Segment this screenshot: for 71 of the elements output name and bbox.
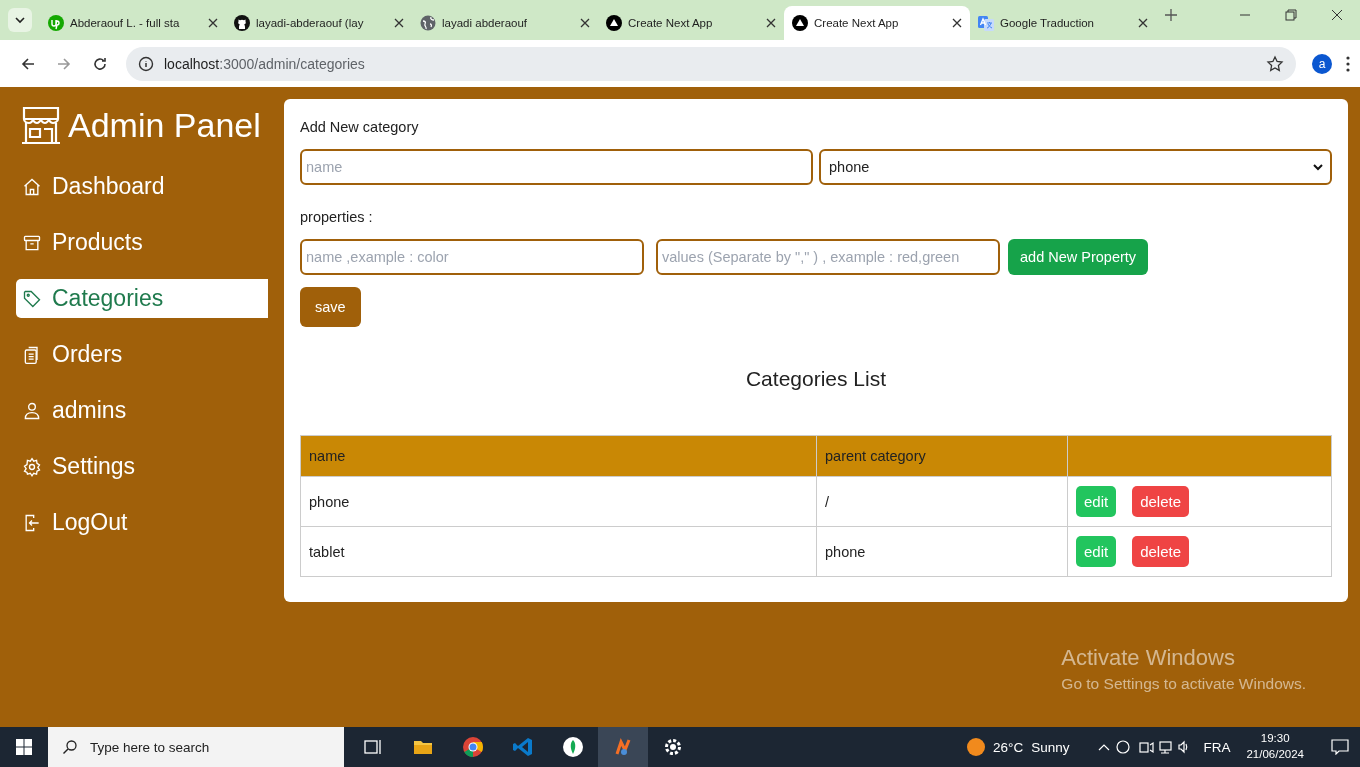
search-icon	[62, 739, 78, 755]
close-icon[interactable]	[766, 18, 776, 28]
nav-item[interactable]: Orders	[16, 335, 268, 374]
translate-icon	[978, 15, 994, 31]
tab-search-button[interactable]	[8, 8, 32, 32]
new-tab-icon[interactable]	[1164, 8, 1178, 22]
form-heading: Add New category	[300, 119, 420, 135]
browser-tab[interactable]: layadi abderaouf	[412, 6, 598, 40]
properties-label: properties :	[300, 209, 374, 225]
parent-select[interactable]: phone	[819, 149, 1332, 185]
user-icon	[22, 400, 42, 421]
profile-avatar[interactable]: a	[1312, 53, 1332, 74]
menu-icon[interactable]	[1346, 55, 1350, 72]
store-icon	[20, 105, 62, 145]
browser-tab[interactable]: Create Next App	[598, 6, 784, 40]
caret-icon	[1312, 161, 1324, 173]
input-language[interactable]: FRA	[1203, 739, 1231, 755]
property-name-input[interactable]: name ,example : color	[300, 239, 644, 275]
forward-icon[interactable]	[56, 55, 72, 72]
nav-item[interactable]: Categories	[16, 279, 268, 318]
name-input[interactable]: name	[300, 149, 813, 185]
nav-item[interactable]: Settings	[16, 447, 268, 486]
close-icon[interactable]	[580, 18, 590, 28]
table-cell: /	[816, 476, 1068, 527]
reload-icon[interactable]	[92, 55, 108, 72]
back-icon[interactable]	[20, 55, 36, 72]
browser-tab[interactable]: Abderaouf L. - full sta	[40, 6, 226, 40]
activation-title: Activate Windows	[1061, 645, 1236, 671]
add-property-button[interactable]: add New Property	[1008, 239, 1149, 275]
close-icon[interactable]	[952, 18, 962, 28]
notification-icon[interactable]	[1331, 739, 1349, 755]
weather-icon[interactable]	[967, 738, 985, 756]
nav-item[interactable]: admins	[16, 391, 268, 430]
globe-icon	[420, 15, 436, 31]
home-icon	[22, 176, 42, 197]
list-title: Categories List	[744, 367, 888, 391]
delete-button[interactable]: delete	[1132, 486, 1190, 517]
browser-tab[interactable]: layadi-abderaouf (lay	[226, 6, 412, 40]
nav-item[interactable]: Dashboard	[16, 167, 268, 206]
close-icon[interactable]	[1138, 18, 1148, 28]
tag-icon	[22, 288, 42, 309]
close-icon[interactable]	[208, 18, 218, 28]
weather-text: Sunny	[1031, 739, 1070, 755]
windows-start-icon[interactable]	[16, 739, 32, 755]
table-cell: tablet	[300, 526, 817, 577]
delete-button[interactable]: delete	[1132, 536, 1190, 567]
save-button[interactable]: save	[300, 287, 361, 327]
column-header: parent category	[816, 435, 1068, 477]
nav-item[interactable]: LogOut	[16, 503, 268, 542]
browser-tab[interactable]: Google Traduction	[970, 6, 1156, 40]
close-icon[interactable]	[394, 18, 404, 28]
taskbar-search[interactable]: Type here to search	[48, 727, 344, 767]
github-icon	[234, 15, 250, 31]
browser-tab[interactable]: Create Next App	[784, 6, 970, 40]
table-cell: phone	[300, 476, 817, 527]
nav-item[interactable]: Products	[16, 223, 268, 262]
tray-icons-drawing[interactable]	[1097, 739, 1190, 755]
address-bar[interactable]: localhost:3000/admin/categories	[126, 46, 1296, 81]
taskbar-clock[interactable]: 19:30 21/06/2024	[1246, 731, 1304, 763]
app-title: Admin Panel	[68, 105, 261, 145]
caret-icon	[15, 15, 25, 25]
url-text: localhost:3000/admin/categories	[164, 55, 365, 72]
upwork-icon	[48, 15, 64, 31]
table-cell: phone	[816, 526, 1068, 577]
property-values-input[interactable]: values (Separate by "," ) , example : red,green	[656, 239, 1000, 275]
info-icon[interactable]	[138, 55, 154, 72]
gear-icon	[22, 456, 42, 477]
activation-text: Go to Settings to activate Windows.	[1061, 675, 1306, 693]
temperature: 26°C	[993, 739, 1024, 755]
column-header: name	[300, 435, 817, 477]
star-icon[interactable]	[1266, 54, 1284, 73]
